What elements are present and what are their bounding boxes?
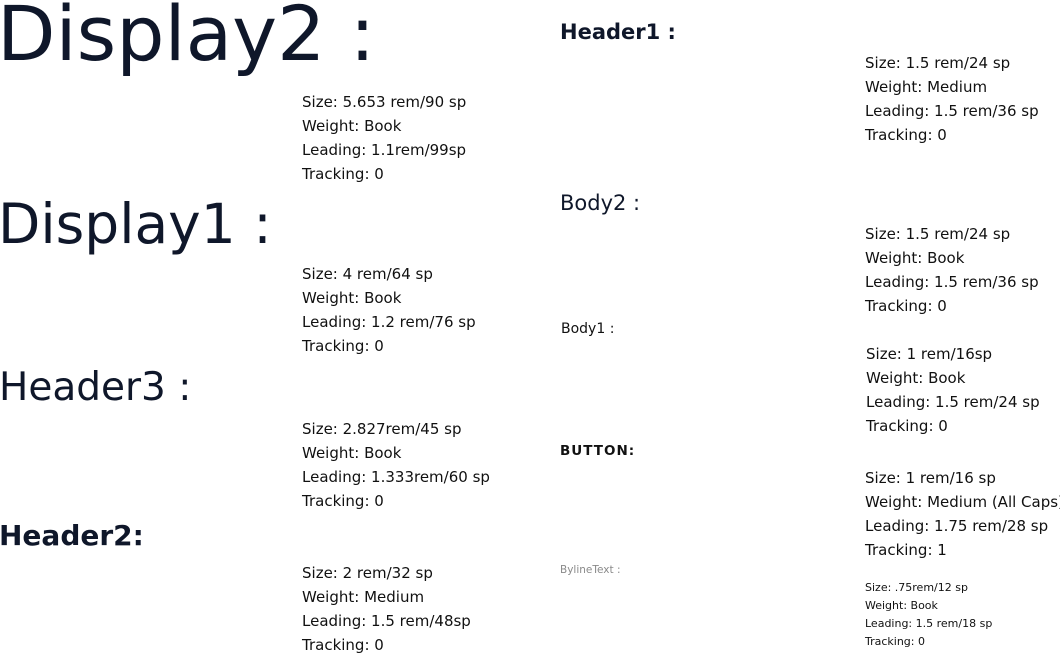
button-size: Size: 1 rem/16 sp <box>865 469 996 487</box>
byline-tracking: Tracking: 0 <box>865 635 925 648</box>
header1-spec: Size: 1.5 rem/24 sp Weight: Medium Leadi… <box>865 51 1039 147</box>
byline-weight: Weight: Book <box>865 599 938 612</box>
display2-tracking: Tracking: 0 <box>302 165 384 183</box>
header1-label: Header1 : <box>560 20 676 44</box>
header1-weight: Weight: Medium <box>865 78 988 96</box>
header3-weight: Weight: Book <box>302 444 402 462</box>
display1-spec: Size: 4 rem/64 sp Weight: Book Leading: … <box>302 262 476 358</box>
button-style-label: BUTTON: <box>560 443 636 459</box>
byline-spec: Size: .75rem/12 sp Weight: Book Leading:… <box>865 579 992 651</box>
body1-label: Body1 : <box>561 321 615 337</box>
body1-tracking: Tracking: 0 <box>866 417 948 435</box>
display2-label: Display2 : <box>0 0 376 78</box>
display1-size: Size: 4 rem/64 sp <box>302 265 433 283</box>
header1-leading: Leading: 1.5 rem/36 sp <box>865 102 1039 120</box>
header3-size: Size: 2.827rem/45 sp <box>302 420 462 438</box>
body2-weight: Weight: Book <box>865 249 965 267</box>
header3-leading: Leading: 1.333rem/60 sp <box>302 468 490 486</box>
button-spec: Size: 1 rem/16 sp Weight: Medium (All Ca… <box>865 466 1060 562</box>
body2-label: Body2 : <box>560 191 641 215</box>
display2-spec: Size: 5.653 rem/90 sp Weight: Book Leadi… <box>302 90 466 186</box>
display2-leading: Leading: 1.1rem/99sp <box>302 141 467 159</box>
display1-label: Display1 : <box>0 192 272 256</box>
header2-weight: Weight: Medium <box>302 588 425 606</box>
body2-spec: Size: 1.5 rem/24 sp Weight: Book Leading… <box>865 222 1039 318</box>
header3-spec: Size: 2.827rem/45 sp Weight: Book Leadin… <box>302 417 490 513</box>
header3-label: Header3 : <box>0 365 192 410</box>
body1-spec: Size: 1 rem/16sp Weight: Book Leading: 1… <box>866 342 1040 438</box>
display2-size: Size: 5.653 rem/90 sp <box>302 93 467 111</box>
body1-weight: Weight: Book <box>866 369 966 387</box>
byline-size: Size: .75rem/12 sp <box>865 581 968 594</box>
header2-size: Size: 2 rem/32 sp <box>302 564 433 582</box>
body1-size: Size: 1 rem/16sp <box>866 345 993 363</box>
button-leading: Leading: 1.75 rem/28 sp <box>865 517 1049 535</box>
byline-leading: Leading: 1.5 rem/18 sp <box>865 617 993 630</box>
header3-tracking: Tracking: 0 <box>302 492 384 510</box>
display1-tracking: Tracking: 0 <box>302 337 384 355</box>
body2-leading: Leading: 1.5 rem/36 sp <box>865 273 1039 291</box>
header1-tracking: Tracking: 0 <box>865 126 947 144</box>
display1-weight: Weight: Book <box>302 289 402 307</box>
display1-leading: Leading: 1.2 rem/76 sp <box>302 313 476 331</box>
header1-size: Size: 1.5 rem/24 sp <box>865 54 1011 72</box>
header2-spec: Size: 2 rem/32 sp Weight: Medium Leading… <box>302 561 471 657</box>
header2-label: Header2: <box>0 519 144 552</box>
header2-leading: Leading: 1.5 rem/48sp <box>302 612 471 630</box>
button-tracking: Tracking: 1 <box>865 541 947 559</box>
byline-label: BylineText : <box>560 564 621 576</box>
body2-size: Size: 1.5 rem/24 sp <box>865 225 1011 243</box>
header2-tracking: Tracking: 0 <box>302 636 384 654</box>
body2-tracking: Tracking: 0 <box>865 297 947 315</box>
button-weight: Weight: Medium (All Caps) <box>865 493 1060 511</box>
display2-weight: Weight: Book <box>302 117 402 135</box>
body1-leading: Leading: 1.5 rem/24 sp <box>866 393 1040 411</box>
